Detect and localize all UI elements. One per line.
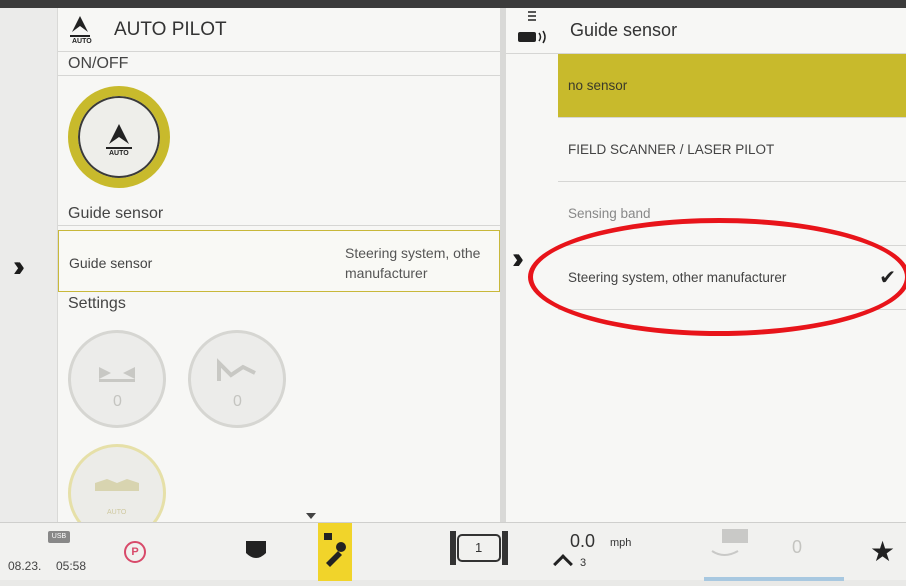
autopilot-icon: AUTO: [58, 8, 102, 52]
collapse-chevron-icon[interactable]: ››: [512, 242, 524, 276]
star-icon: ★: [870, 536, 896, 567]
autopilot-dial-caption: AUTO: [109, 150, 129, 157]
expand-chevron-icon[interactable]: ››: [13, 250, 25, 284]
parking-brake-cell[interactable]: P: [116, 523, 176, 581]
option-field-scanner[interactable]: FIELD SCANNER / LASER PILOT: [558, 118, 906, 182]
option-label: FIELD SCANNER / LASER PILOT: [568, 142, 775, 157]
guide-sensor-row-value: Steering system, othe manufacturer: [345, 243, 501, 283]
date-text: 08.23.: [8, 559, 42, 573]
settings-section-label: Settings: [68, 295, 126, 312]
gear-cell[interactable]: 1: [446, 523, 512, 581]
autopilot-panel: AUTO AUTO PILOT ON/OFF AUTO Guide sensor…: [58, 8, 500, 542]
top-edge: [0, 0, 906, 8]
page-title: AUTO PILOT: [114, 18, 227, 40]
header-icon: [95, 479, 139, 491]
guide-sensor-section-label: Guide sensor: [58, 202, 500, 226]
status-bar: USB 08.23. 05:58 P 1 0.0 mph 3 0 ★: [0, 522, 906, 581]
onoff-section-label: ON/OFF: [58, 52, 500, 76]
implement-icon: [246, 541, 266, 558]
sensor-icon: [506, 8, 558, 54]
guide-sensor-value-line2: manufacturer: [345, 265, 428, 281]
settings-dial-1-value: 0: [113, 393, 122, 410]
service-cell[interactable]: [318, 523, 352, 581]
profile-icon: [217, 358, 256, 381]
speed-gauge-icon: [553, 554, 573, 574]
screen: ›› AUTO AUTO PILOT ON/OFF AUTO Guide sen…: [0, 0, 906, 581]
option-label: no sensor: [568, 78, 628, 93]
guide-sensor-row[interactable]: Guide sensor Steering system, othe manuf…: [58, 230, 500, 292]
speed-unit: mph: [610, 537, 632, 549]
counter-cell[interactable]: 0: [704, 523, 844, 581]
usb-icon: USB: [48, 531, 70, 543]
parking-brake-icon: P: [124, 541, 146, 563]
speed-sub-value: 3: [580, 557, 587, 569]
annotation-circle: [528, 218, 906, 336]
option-label: Sensing band: [568, 206, 651, 221]
wrench-icon: [324, 533, 346, 567]
guide-sensor-header: Guide sensor: [506, 8, 906, 54]
guide-sensor-row-label: Guide sensor: [69, 255, 153, 271]
speed-value: 0.0: [570, 531, 596, 551]
implement-cell[interactable]: [236, 523, 282, 581]
rollers-icon: [99, 367, 135, 382]
favorites-cell[interactable]: ★: [860, 523, 906, 581]
autopilot-header: AUTO AUTO PILOT: [58, 8, 500, 52]
guide-sensor-value-line1: Steering system, othe: [345, 245, 481, 261]
settings-dial-1[interactable]: 0: [68, 330, 166, 428]
autopilot-toggle-dial[interactable]: AUTO: [68, 86, 170, 188]
scroll-down-indicator-icon[interactable]: [306, 513, 316, 519]
counter-value: 0: [792, 537, 803, 557]
autopilot-dial-icon: [106, 124, 132, 149]
usb-datetime-cell: USB 08.23. 05:58: [0, 523, 116, 581]
settings-dial-2[interactable]: 0: [188, 330, 286, 428]
guide-sensor-title: Guide sensor: [570, 20, 678, 40]
option-no-sensor[interactable]: no sensor: [558, 54, 906, 118]
gear-value: 1: [475, 540, 483, 555]
field-turn-icon: [711, 529, 748, 556]
settings-dial-3-caption: AUTO: [107, 509, 127, 516]
settings-dial-2-value: 0: [233, 393, 242, 410]
time-text: 05:58: [56, 559, 87, 573]
autopilot-icon-caption: AUTO: [72, 37, 92, 45]
left-gutter: ››: [0, 8, 58, 522]
speed-cell: 0.0 mph 3: [552, 523, 662, 581]
